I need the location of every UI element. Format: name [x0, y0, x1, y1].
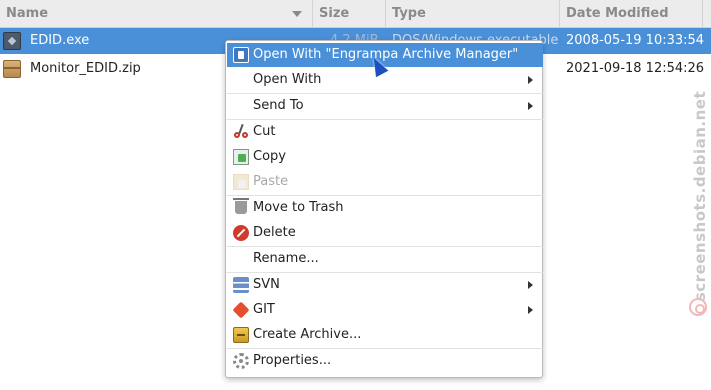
menu-item-label: Paste — [253, 174, 289, 189]
trash-icon — [233, 198, 249, 214]
column-size-label: Size — [319, 6, 350, 21]
watermark-text: screenshots.debian.net — [691, 90, 709, 302]
sort-descending-icon — [292, 11, 302, 17]
menu-item-label: Open With "Engrampa Archive Manager" — [253, 47, 519, 62]
file-date: 2021-09-18 12:54:26 — [566, 61, 705, 76]
menu-item-cut[interactable]: Cut — [227, 120, 543, 144]
context-menu: Open With "Engrampa Archive Manager" Ope… — [225, 40, 543, 378]
submenu-arrow-icon — [528, 306, 533, 314]
debian-swirl-icon — [689, 298, 707, 316]
submenu-arrow-icon — [528, 76, 533, 84]
menu-item-properties[interactable]: Properties... — [227, 349, 543, 373]
column-header: Name Size Type Date Modified — [0, 0, 711, 28]
properties-gear-icon — [233, 353, 249, 369]
column-date-modified[interactable]: Date Modified — [560, 0, 703, 27]
menu-item-label: Copy — [253, 149, 286, 164]
column-type[interactable]: Type — [386, 0, 560, 27]
menu-item-label: Move to Trash — [253, 200, 344, 215]
file-name: Monitor_EDID.zip — [30, 61, 141, 76]
menu-item-label: Create Archive... — [253, 327, 362, 342]
menu-item-rename[interactable]: Rename... — [227, 247, 543, 271]
git-icon — [232, 301, 250, 319]
svn-icon — [233, 277, 249, 293]
column-date-modified-label: Date Modified — [566, 6, 669, 21]
menu-item-send-to[interactable]: Send To — [227, 94, 543, 118]
menu-item-move-to-trash[interactable]: Move to Trash — [227, 196, 543, 220]
menu-item-delete[interactable]: Delete — [227, 221, 543, 245]
scissors-icon — [233, 123, 249, 140]
menu-item-label: Properties... — [253, 353, 332, 368]
menu-item-label: GIT — [253, 302, 275, 317]
file-date: 2008-05-19 10:33:54 — [566, 33, 705, 48]
application-icon — [233, 47, 249, 63]
copy-icon — [233, 149, 249, 165]
column-size[interactable]: Size — [313, 0, 386, 27]
menu-item-label: Send To — [253, 98, 304, 113]
column-name[interactable]: Name — [0, 0, 313, 27]
column-type-label: Type — [392, 6, 426, 21]
menu-item-label: Cut — [253, 124, 276, 139]
menu-item-paste: Paste — [227, 170, 543, 194]
paste-icon — [233, 174, 249, 190]
zip-archive-icon — [3, 60, 21, 78]
menu-item-git[interactable]: GIT — [227, 298, 543, 322]
submenu-arrow-icon — [528, 102, 533, 110]
menu-item-label: Rename... — [253, 251, 319, 266]
menu-item-svn[interactable]: SVN — [227, 273, 543, 297]
menu-item-create-archive[interactable]: Create Archive... — [227, 323, 543, 347]
delete-icon — [233, 225, 249, 241]
executable-file-icon — [3, 32, 21, 50]
menu-item-label: Delete — [253, 225, 296, 240]
menu-item-label: SVN — [253, 277, 280, 292]
submenu-arrow-icon — [528, 281, 533, 289]
file-name: EDID.exe — [30, 33, 90, 48]
column-name-label: Name — [6, 6, 49, 21]
menu-item-copy[interactable]: Copy — [227, 145, 543, 169]
archive-icon — [233, 327, 249, 343]
menu-item-label: Open With — [253, 72, 322, 87]
